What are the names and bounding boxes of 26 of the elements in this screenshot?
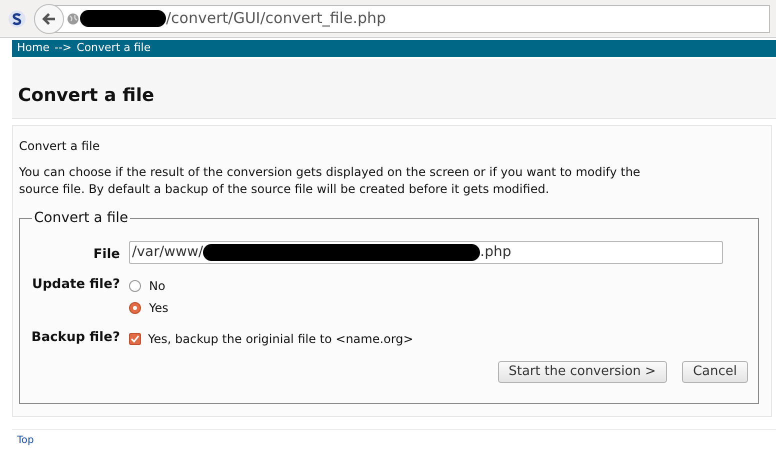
checkbox-label: Yes, backup the originial file to <name.org> <box>148 330 414 348</box>
file-field[interactable]: /var/www/ .php <box>129 241 723 264</box>
radio-label: No <box>149 278 166 294</box>
form-legend: Convert a file <box>32 208 130 229</box>
cancel-button[interactable]: Cancel <box>682 360 748 382</box>
home-link[interactable]: Home <box>17 40 50 57</box>
address-bar[interactable]: /convert/GUI/convert_file.php <box>34 4 770 32</box>
back-button[interactable] <box>34 4 64 34</box>
radio-label: Yes <box>149 300 168 316</box>
top-link[interactable]: Top <box>17 435 34 446</box>
url-text: /convert/GUI/convert_file.php <box>166 8 386 30</box>
breadcrumb-current: Convert a file <box>76 40 151 56</box>
page-title: Convert a file <box>18 84 154 108</box>
description-text: You can choose if the result of the conversion gets displayed on the screen or if you want to modify the source file. By default a backup of the source file will be created before it gets modified. <box>19 164 642 198</box>
content-heading: Convert a file <box>19 138 101 155</box>
field-label: Backup file? <box>30 328 120 346</box>
field-label: Update file? <box>31 276 120 294</box>
field-label: File <box>92 246 120 264</box>
start-button[interactable]: Start the conversion > <box>498 360 667 382</box>
radio-button[interactable] <box>129 302 141 314</box>
radio-button[interactable] <box>129 280 141 292</box>
browser-logo-icon[interactable] <box>8 10 26 28</box>
globe-icon <box>67 12 79 24</box>
checkbox[interactable] <box>129 332 141 344</box>
breadcrumb-separator: --> <box>54 40 72 56</box>
back-arrow-icon <box>41 10 57 26</box>
